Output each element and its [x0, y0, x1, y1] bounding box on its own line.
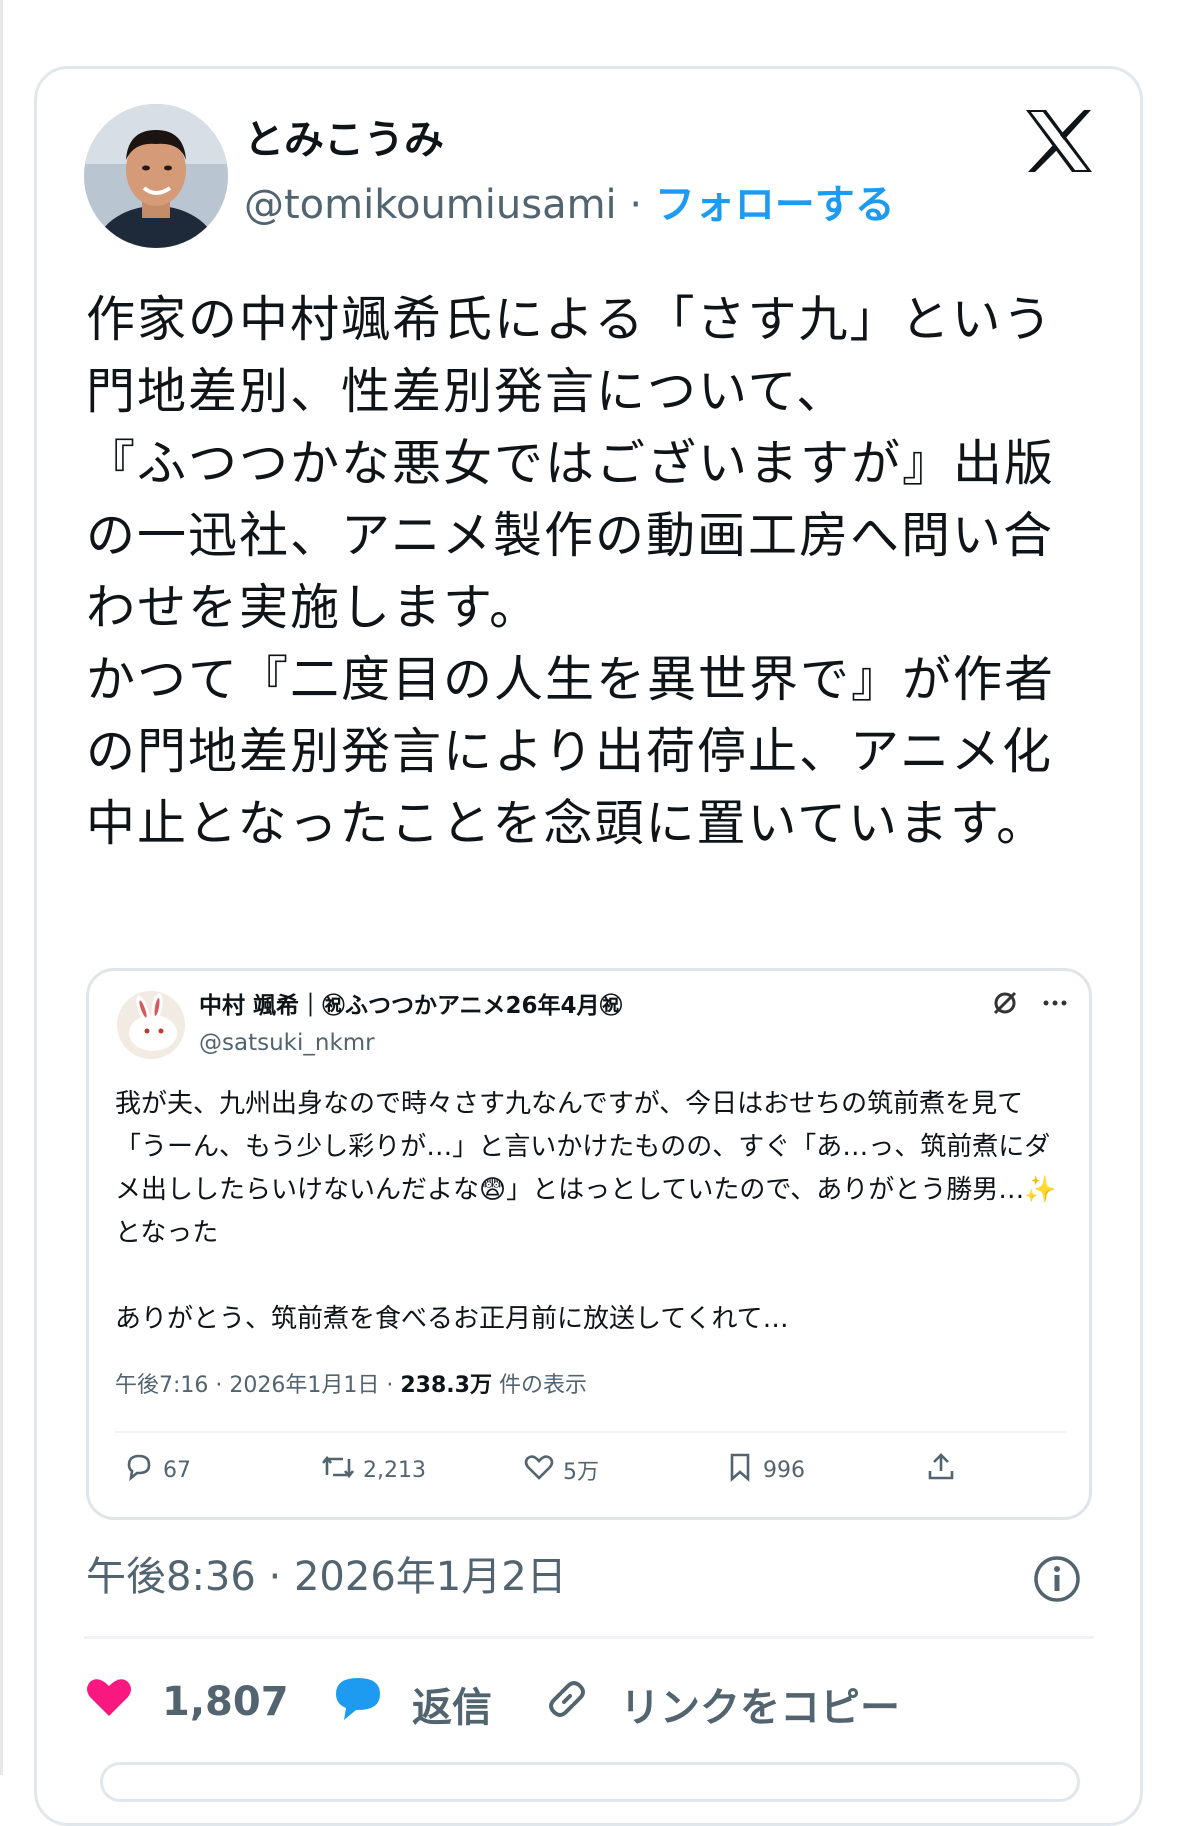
next-card-edge [100, 1762, 1080, 1802]
author-handle-row: @tomikoumiusami · フォローする [244, 178, 895, 232]
quoted-tweet[interactable]: 中村 颯希｜㊗ふつつかアニメ26年4月㊗ @satsuki_nkmr 我が夫、九… [86, 968, 1092, 1520]
quoted-views-suffix: 件の表示 [491, 1373, 587, 1398]
heart-filled-icon [84, 1674, 134, 1730]
quoted-meta: 午後7:16 · 2026年1月1日 · 238.3万 件の表示 [115, 1367, 587, 1399]
handle-separator: · [616, 182, 655, 228]
quoted-avatar[interactable] [117, 991, 185, 1059]
author-name[interactable]: とみこうみ [244, 114, 444, 166]
action-divider [84, 1636, 1094, 1639]
heart-outline-icon [523, 1451, 555, 1489]
quoted-like-button[interactable]: 5万 [523, 1451, 599, 1489]
quoted-like-count: 5万 [563, 1460, 599, 1485]
quoted-author-name[interactable]: 中村 颯希｜㊗ふつつかアニメ26年4月㊗ [199, 989, 623, 1023]
left-edge [0, 0, 3, 1775]
author-handle[interactable]: @tomikoumiusami [244, 182, 617, 228]
reply-icon [123, 1451, 155, 1489]
quoted-author-handle[interactable]: @satsuki_nkmr [199, 1027, 375, 1059]
bookmark-icon [725, 1451, 755, 1489]
quoted-action-bar: 67 2,213 5万 996 [115, 1451, 1067, 1511]
link-icon [542, 1674, 592, 1734]
quoted-retweet-count: 2,213 [363, 1457, 426, 1483]
quoted-retweet-button[interactable]: 2,213 [321, 1451, 426, 1489]
like-button[interactable]: 1,807 [84, 1674, 289, 1730]
like-count: 1,807 [162, 1679, 289, 1725]
grok-icon[interactable] [991, 991, 1027, 1024]
tweet-action-bar: 1,807 返信 リンクをコピー [84, 1664, 1094, 1748]
share-icon [925, 1451, 957, 1489]
copy-link-label: リンクをコピー [620, 1685, 900, 1731]
quoted-timestamp[interactable]: 午後7:16 · 2026年1月1日 · [115, 1373, 400, 1398]
tweet-timestamp[interactable]: 午後8:36 · 2026年1月2日 [86, 1550, 567, 1604]
quoted-tweet-text: 我が夫、九州出身なので時々さす九なんですが、今日はおせちの筑前煮を見て「うーん、… [115, 1089, 1057, 1334]
quoted-views: 238.3万 [400, 1373, 492, 1398]
retweet-icon [321, 1451, 355, 1489]
quoted-bookmark-button[interactable]: 996 [725, 1451, 805, 1489]
follow-button[interactable]: フォローする [655, 182, 895, 228]
reply-label: 返信 [412, 1685, 492, 1731]
more-options-icon[interactable] [1041, 994, 1069, 1024]
info-icon[interactable] [1032, 1554, 1082, 1604]
x-logo-icon[interactable] [1024, 108, 1094, 174]
quoted-divider [115, 1431, 1067, 1433]
quoted-reply-count: 67 [163, 1457, 191, 1483]
reply-button[interactable]: 返信 [332, 1674, 492, 1734]
quoted-header-icons [991, 989, 1069, 1024]
author-avatar[interactable] [84, 104, 228, 248]
reply-filled-icon [332, 1674, 384, 1734]
copy-link-button[interactable]: リンクをコピー [542, 1674, 900, 1734]
tweet-body: 作家の中村颯希氏による「さす九」という門地差別、性差別発言について、 『ふつつか… [86, 291, 1056, 852]
quoted-bookmark-count: 996 [763, 1457, 805, 1483]
quoted-reply-button[interactable]: 67 [123, 1451, 191, 1489]
quoted-share-button[interactable] [925, 1451, 957, 1489]
